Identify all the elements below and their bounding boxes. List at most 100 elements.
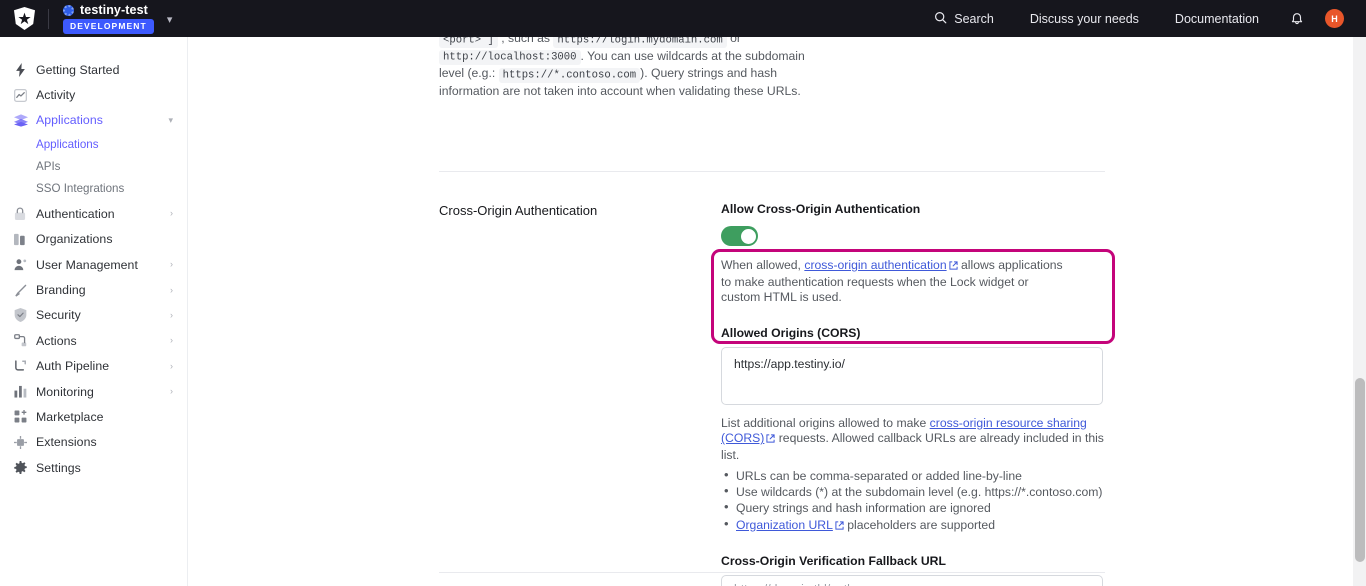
chevron-right-icon[interactable]: › bbox=[170, 387, 173, 396]
page-scrollbar-track[interactable] bbox=[1353, 37, 1366, 586]
list-item: URLs can be comma-separated or added lin… bbox=[721, 468, 1106, 484]
discuss-your-needs-link[interactable]: Discuss your needs bbox=[1012, 12, 1157, 26]
code-login-url: https://login.mydomain.com bbox=[553, 37, 726, 48]
sidebar-item-extensions[interactable]: Extensions bbox=[0, 430, 187, 455]
sidebar-item-authentication[interactable]: Authentication › bbox=[0, 201, 187, 226]
allowed-origins-input[interactable] bbox=[721, 347, 1103, 405]
sidebar-item-branding[interactable]: Branding › bbox=[0, 277, 187, 302]
allow-cross-origin-toggle[interactable] bbox=[721, 226, 758, 246]
bell-icon[interactable] bbox=[1277, 11, 1317, 26]
sidebar-item-label: Marketplace bbox=[36, 410, 104, 424]
allowed-origins-field: Allowed Origins (CORS) bbox=[721, 326, 1106, 410]
external-link-icon[interactable] bbox=[766, 432, 775, 448]
sidebar-item-monitoring[interactable]: Monitoring › bbox=[0, 379, 187, 404]
chevron-right-icon[interactable]: › bbox=[170, 311, 173, 320]
chevron-right-icon[interactable]: › bbox=[170, 286, 173, 295]
tenant-name: testiny-test bbox=[80, 3, 148, 17]
sidebar-subitem-sso-integrations[interactable]: SSO Integrations bbox=[0, 177, 187, 199]
sidebar-item-label: Organizations bbox=[36, 232, 113, 246]
sidebar-item-label: Auth Pipeline bbox=[36, 359, 109, 373]
allowed-origins-label: Allowed Origins (CORS) bbox=[721, 326, 1106, 340]
sidebar-item-label: Monitoring bbox=[36, 385, 94, 399]
sidebar-item-label: Applications bbox=[36, 113, 103, 127]
sidebar-item-marketplace[interactable]: Marketplace bbox=[0, 404, 187, 429]
chevron-down-icon[interactable]: ▾ bbox=[167, 13, 173, 26]
tenant-selector[interactable]: testiny-test DEVELOPMENT ▾ bbox=[63, 3, 172, 33]
fallback-url-field: Cross-Origin Verification Fallback URL bbox=[721, 554, 1106, 586]
allowed-origins-bullet-list: URLs can be comma-separated or added lin… bbox=[721, 468, 1106, 535]
desc-text: . bbox=[581, 49, 584, 63]
auth0-logo-icon[interactable] bbox=[0, 7, 48, 30]
sidebar-item-label: Getting Started bbox=[36, 63, 119, 77]
organization-url-link[interactable]: Organization URL bbox=[736, 518, 833, 532]
external-link-icon[interactable] bbox=[835, 518, 844, 534]
help-prefix: List additional origins allowed to make bbox=[721, 416, 926, 430]
sidebar-item-settings[interactable]: Settings bbox=[0, 455, 187, 480]
sidebar-subitem-apis[interactable]: APIs bbox=[0, 155, 187, 177]
sidebar-item-label: Actions bbox=[36, 334, 77, 348]
applications-stack-icon bbox=[14, 114, 36, 127]
gear-icon bbox=[14, 461, 36, 474]
tenant-environment-badge: DEVELOPMENT bbox=[63, 19, 154, 33]
fallback-url-input[interactable] bbox=[721, 575, 1103, 586]
cross-origin-authentication-link[interactable]: cross-origin authentication bbox=[804, 258, 946, 272]
allowed-origins-help-text: List additional origins allowed to make … bbox=[721, 416, 1106, 464]
sidebar-item-getting-started[interactable]: Getting Started bbox=[0, 57, 187, 82]
cross-origin-help-text: When allowed, cross-origin authenticatio… bbox=[721, 258, 1069, 306]
activity-chart-icon bbox=[14, 89, 36, 102]
actions-flow-icon bbox=[14, 334, 36, 347]
sidebar-item-label: Security bbox=[36, 308, 81, 322]
sidebar-item-user-management[interactable]: User Management › bbox=[0, 252, 187, 277]
chevron-right-icon[interactable]: › bbox=[170, 336, 173, 345]
desc-text: or bbox=[730, 37, 741, 45]
desc-text: ). bbox=[640, 66, 647, 80]
search-icon bbox=[934, 11, 947, 27]
desc-text: , such as bbox=[501, 37, 550, 45]
chevron-down-icon[interactable]: ▾ bbox=[168, 116, 173, 125]
code-wildcard-url: https://*.contoso.com bbox=[499, 68, 641, 83]
sidebar-item-activity[interactable]: Activity bbox=[0, 82, 187, 107]
chevron-right-icon[interactable]: › bbox=[170, 362, 173, 371]
chevron-right-icon[interactable]: › bbox=[170, 209, 173, 218]
user-icon bbox=[14, 258, 36, 271]
code-localhost-url: http://localhost:3000 bbox=[439, 50, 581, 65]
topbar-divider bbox=[48, 9, 49, 29]
shield-check-icon bbox=[14, 308, 36, 322]
main-content: <port> ] , such as https://login.mydomai… bbox=[188, 37, 1366, 586]
sidebar-item-security[interactable]: Security › bbox=[0, 303, 187, 328]
external-link-icon[interactable] bbox=[949, 259, 958, 275]
avatar[interactable]: H bbox=[1325, 9, 1344, 28]
help-prefix: When allowed, bbox=[721, 258, 801, 272]
sidebar-item-auth-pipeline[interactable]: Auth Pipeline › bbox=[0, 354, 187, 379]
bullet-suffix: placeholders are supported bbox=[847, 518, 995, 532]
sidebar: Getting Started Activity Applications ▾ … bbox=[0, 37, 188, 586]
organizations-icon bbox=[14, 233, 36, 246]
sidebar-item-label: Authentication bbox=[36, 207, 115, 221]
sidebar-subitem-applications[interactable]: Applications bbox=[0, 133, 187, 155]
bar-chart-icon bbox=[14, 385, 36, 398]
paintbrush-icon bbox=[14, 284, 36, 297]
sidebar-subitem-label: APIs bbox=[36, 160, 60, 173]
pipeline-icon bbox=[14, 360, 36, 373]
sidebar-item-applications[interactable]: Applications ▾ bbox=[0, 108, 187, 133]
sidebar-subitem-label: SSO Integrations bbox=[36, 182, 124, 195]
search-button[interactable]: Search bbox=[916, 11, 1012, 27]
list-item: Organization URL placeholders are suppor… bbox=[721, 517, 1106, 534]
section-divider-bottom bbox=[439, 572, 1105, 573]
callback-urls-description: <port> ] , such as https://login.mydomai… bbox=[439, 37, 824, 99]
lock-icon bbox=[14, 207, 36, 221]
allow-cross-origin-label: Allow Cross-Origin Authentication bbox=[721, 202, 1106, 216]
chevron-right-icon[interactable]: › bbox=[170, 260, 173, 269]
list-item: Use wildcards (*) at the subdomain level… bbox=[721, 484, 1106, 500]
topbar-actions: Search Discuss your needs Documentation … bbox=[916, 9, 1366, 28]
section-title: Cross-Origin Authentication bbox=[439, 202, 721, 586]
cross-origin-authentication-section: Cross-Origin Authentication Allow Cross-… bbox=[439, 202, 1105, 586]
sidebar-item-actions[interactable]: Actions › bbox=[0, 328, 187, 353]
page-scrollbar-thumb[interactable] bbox=[1355, 378, 1365, 562]
section-divider-top bbox=[439, 171, 1105, 172]
sidebar-item-organizations[interactable]: Organizations bbox=[0, 227, 187, 252]
documentation-link[interactable]: Documentation bbox=[1157, 12, 1277, 26]
search-label: Search bbox=[954, 12, 994, 26]
top-navigation-bar: testiny-test DEVELOPMENT ▾ Search Discus… bbox=[0, 0, 1366, 37]
sidebar-item-label: Extensions bbox=[36, 435, 97, 449]
